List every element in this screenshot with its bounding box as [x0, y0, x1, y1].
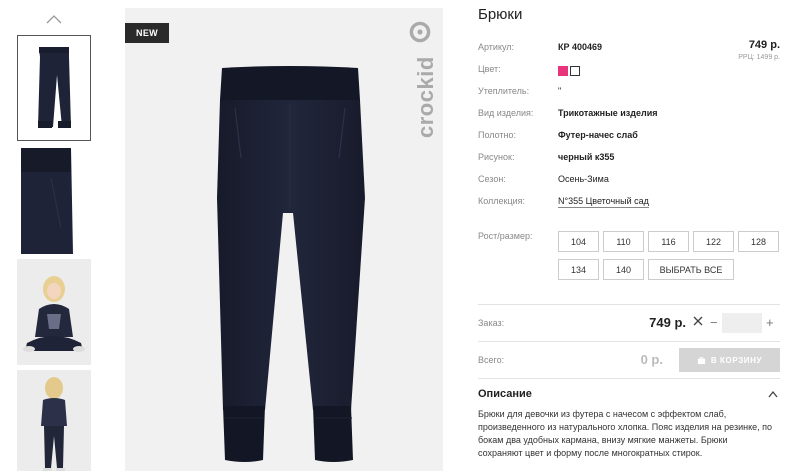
spec-label: Коллекция: — [478, 196, 526, 206]
brand-name: crockid — [413, 56, 438, 138]
thumbnail-girl-standing[interactable] — [17, 370, 91, 471]
product-title: Брюки — [478, 6, 523, 23]
description-title: Описание — [478, 388, 532, 400]
select-all-sizes-button[interactable]: ВЫБРАТЬ ВСЕ — [648, 259, 734, 280]
spec-collection: Коллекция: N°355 Цветочный сад — [478, 194, 780, 210]
cart-icon — [697, 356, 705, 364]
spec-label: Артикул: — [478, 42, 515, 52]
divider — [478, 341, 780, 342]
spec-label: Полотно: — [478, 130, 517, 140]
spec-value: черный к355 — [558, 152, 615, 162]
color-swatch-pink[interactable] — [558, 66, 568, 76]
total-value: 0 р. — [640, 352, 663, 367]
size-option-122[interactable]: 122 — [693, 231, 734, 252]
spec-value: Осень-Зима — [558, 174, 609, 184]
quantity-input[interactable] — [722, 313, 762, 333]
spec-value: КР 400469 — [558, 42, 603, 52]
quantity-decrease-button[interactable]: − — [710, 315, 718, 330]
spec-label: Рисунок: — [478, 152, 515, 162]
order-label: Заказ: — [478, 318, 505, 328]
thumbnail-girl-sitting[interactable] — [17, 259, 91, 365]
spec-item-type: Вид изделия: Трикотажные изделия — [478, 106, 780, 122]
spec-season: Сезон: Осень-Зима — [478, 172, 780, 188]
collection-link[interactable]: N°355 Цветочный сад — [558, 196, 649, 208]
divider — [478, 304, 780, 305]
spec-label: Вид изделия: — [478, 108, 534, 118]
spec-insulation: Утеплитель: " — [478, 84, 780, 100]
thumbnail-pants-detail[interactable] — [17, 148, 91, 254]
spec-value: Футер-начес слаб — [558, 130, 638, 140]
spec-color: Цвет: — [478, 62, 780, 78]
description-text: Брюки для девочки из футера с начесом с … — [478, 409, 773, 458]
spec-value: " — [558, 86, 562, 96]
main-product-image[interactable]: NEW crockid — [125, 8, 443, 471]
add-to-cart-label: В КОРЗИНУ — [710, 355, 763, 365]
size-option-110[interactable]: 110 — [603, 231, 644, 252]
brand-logo-icon — [409, 21, 431, 43]
color-swatch-white[interactable] — [570, 66, 580, 76]
total-label: Всего: — [478, 355, 505, 365]
thumbnail-pants-front[interactable] — [17, 35, 91, 141]
spec-article: Артикул: КР 400469 — [478, 40, 780, 56]
size-option-116[interactable]: 116 — [648, 231, 689, 252]
spec-pattern: Рисунок: черный к355 — [478, 150, 780, 166]
spec-label: Утеплитель: — [478, 86, 530, 96]
size-option-134[interactable]: 134 — [558, 259, 599, 280]
pants-image — [217, 66, 365, 462]
new-badge: NEW — [125, 23, 169, 43]
size-option-128[interactable]: 128 — [738, 231, 779, 252]
close-icon[interactable] — [693, 316, 703, 326]
quantity-increase-button[interactable]: + — [766, 315, 774, 330]
size-option-104[interactable]: 104 — [558, 231, 599, 252]
chevron-up-icon[interactable] — [45, 10, 63, 28]
divider — [478, 378, 780, 379]
spec-fabric: Полотно: Футер-начес слаб — [478, 128, 780, 144]
chevron-up-icon[interactable] — [768, 390, 778, 398]
spec-label: Сезон: — [478, 174, 506, 184]
spec-value: Трикотажные изделия — [558, 108, 658, 118]
size-label: Рост/размер: — [478, 231, 533, 241]
size-option-140[interactable]: 140 — [603, 259, 644, 280]
order-price: 749 р. — [649, 315, 686, 330]
add-to-cart-button[interactable]: В КОРЗИНУ — [679, 348, 780, 372]
spec-label: Цвет: — [478, 64, 501, 74]
brand-logo: crockid — [407, 20, 438, 140]
